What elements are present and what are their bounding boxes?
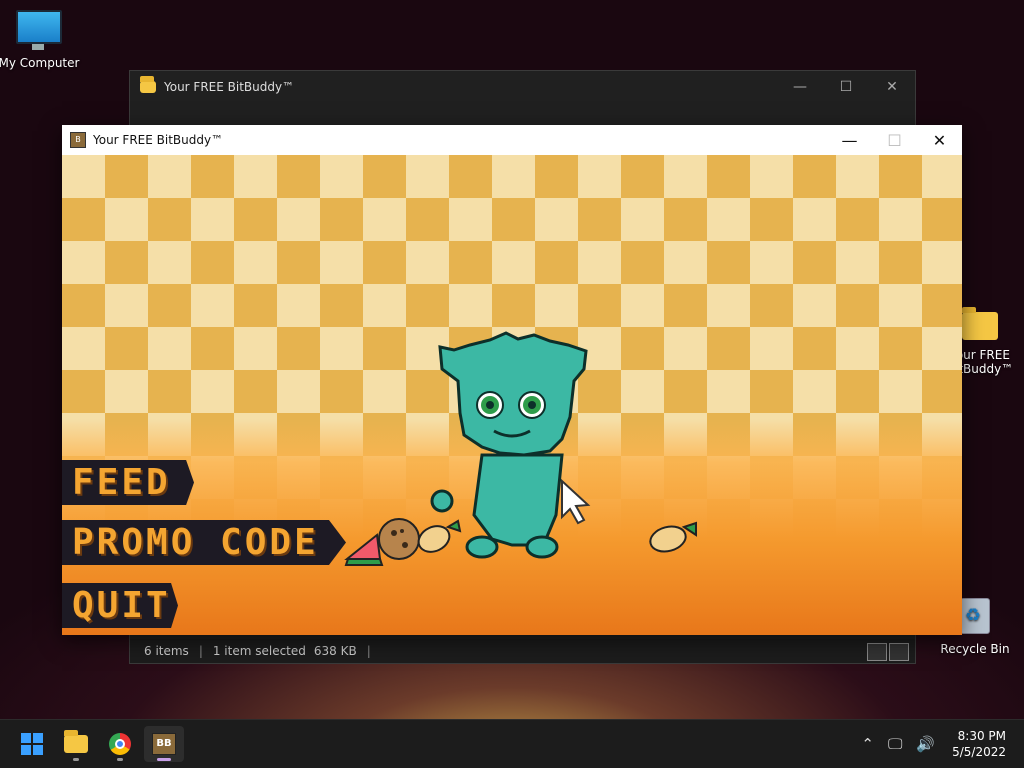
system-tray: ⌃ 🖵 🔊 8:30 PM 5/5/2022 — [854, 720, 1024, 768]
clock-date: 5/5/2022 — [952, 745, 1006, 759]
selection-size: 638 KB — [313, 644, 357, 658]
clock-time: 8:30 PM — [957, 729, 1006, 743]
explorer-title: Your FREE BitBuddy™ — [164, 80, 295, 94]
game-canvas[interactable]: FEED PROMO CODE QUIT — [62, 155, 962, 635]
volume-icon[interactable]: 🔊 — [916, 735, 935, 753]
clock[interactable]: 8:30 PM 5/5/2022 — [952, 728, 1006, 760]
desktop-icon-my-computer[interactable]: My Computer — [0, 10, 81, 70]
taskbar-file-explorer[interactable] — [56, 726, 96, 762]
folder-icon — [140, 76, 156, 93]
folder-icon — [64, 730, 88, 753]
running-indicator — [117, 758, 123, 761]
maximize-button: ☐ — [887, 130, 902, 150]
quit-button[interactable]: QUIT — [62, 583, 178, 628]
bitbuddy-titlebar[interactable]: B Your FREE BitBuddy™ — ☐ ✕ — [62, 125, 962, 155]
bitbuddy-window: B Your FREE BitBuddy™ — ☐ ✕ FEED PROMO C… — [62, 125, 962, 635]
windows-logo-icon — [21, 733, 43, 755]
chrome-icon — [109, 733, 131, 755]
start-button[interactable] — [12, 726, 52, 762]
details-view-button[interactable] — [867, 643, 887, 661]
close-button[interactable]: ✕ — [917, 125, 962, 155]
pointer-cursor-icon — [561, 478, 591, 525]
running-indicator — [73, 758, 79, 761]
network-icon[interactable]: 🖵 — [888, 735, 902, 753]
close-button[interactable]: ✕ — [869, 71, 915, 103]
minimize-button[interactable]: — — [777, 71, 823, 103]
status-separator: | — [198, 644, 203, 658]
minimize-button[interactable]: — — [827, 125, 872, 155]
chevron-up-icon[interactable]: ⌃ — [861, 735, 874, 753]
desktop-icon-label: My Computer — [0, 56, 80, 70]
taskbar-bitbuddy[interactable]: BB — [144, 726, 184, 762]
running-indicator — [157, 758, 171, 761]
status-separator: | — [366, 644, 371, 658]
taskbar-chrome[interactable] — [100, 726, 140, 762]
taskbar: BB ⌃ 🖵 🔊 8:30 PM 5/5/2022 — [0, 719, 1024, 768]
maximize-button[interactable]: ☐ — [823, 71, 869, 103]
bitbuddy-title: Your FREE BitBuddy™ — [93, 133, 224, 147]
tiles-view-button[interactable] — [889, 643, 909, 661]
feed-button[interactable]: FEED — [62, 460, 194, 505]
promo-code-button[interactable]: PROMO CODE — [62, 520, 346, 565]
computer-icon — [16, 10, 62, 50]
explorer-statusbar: 6 items | 1 item selected 638 KB | — [130, 639, 915, 663]
item-count: 6 items — [144, 644, 189, 658]
desktop-icon-label: Recycle Bin — [940, 642, 1010, 656]
selection-status: 1 item selected — [212, 644, 306, 658]
bitbuddy-app-icon: BB — [152, 733, 176, 755]
recycle-bin-icon: ♻ — [960, 598, 990, 634]
folder-icon — [962, 307, 998, 340]
bitbuddy-app-icon: B — [70, 132, 86, 148]
